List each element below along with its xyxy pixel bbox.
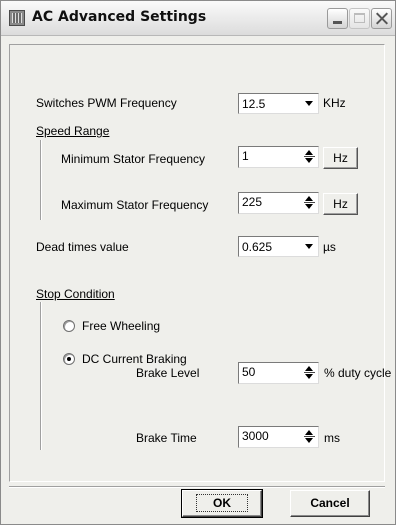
dc-current-braking-label[interactable]: DC Current Braking — [82, 352, 187, 366]
chevron-down-icon[interactable] — [302, 95, 317, 112]
spinner-arrows-icon[interactable] — [302, 428, 317, 446]
free-wheeling-radio[interactable] — [63, 320, 75, 332]
max-frequency-unit-button[interactable]: Hz — [323, 193, 358, 215]
stop-condition-group-line — [40, 302, 42, 450]
brake-level-unit: % duty cycle — [324, 366, 392, 380]
dead-times-unit: µs — [323, 240, 336, 254]
window-title: AC Advanced Settings — [32, 9, 207, 25]
close-button[interactable] — [371, 8, 392, 29]
free-wheeling-label[interactable]: Free Wheeling — [82, 319, 160, 333]
brake-time-label: Brake Time — [136, 431, 197, 445]
pwm-frequency-value: 12.5 — [242, 97, 266, 111]
min-stator-frequency-value: 1 — [242, 149, 249, 163]
max-stator-frequency-spinner[interactable]: 225 — [238, 192, 319, 214]
dead-times-value: 0.625 — [242, 240, 273, 254]
pwm-frequency-select[interactable]: 12.5 — [238, 93, 319, 114]
brake-level-value: 50 — [242, 365, 256, 379]
footer-separator — [9, 486, 385, 488]
spinner-arrows-icon[interactable] — [302, 194, 317, 212]
brake-time-unit: ms — [324, 431, 340, 445]
spinner-arrows-icon[interactable] — [302, 364, 317, 382]
spinner-arrows-icon[interactable] — [302, 148, 317, 166]
dead-times-select[interactable]: 0.625 — [238, 236, 319, 257]
brake-level-spinner[interactable]: 50 — [238, 362, 319, 384]
pwm-frequency-unit: KHz — [323, 96, 346, 110]
dc-current-braking-radio[interactable] — [63, 353, 75, 365]
maximize-button — [349, 8, 370, 29]
minimize-button[interactable] — [327, 8, 348, 29]
min-stator-frequency-spinner[interactable]: 1 — [238, 146, 319, 168]
cancel-button[interactable]: Cancel — [290, 490, 370, 517]
ok-button-label: OK — [196, 494, 248, 512]
ok-button[interactable]: OK — [181, 489, 263, 518]
chevron-down-icon[interactable] — [302, 238, 317, 255]
dead-times-label: Dead times value — [36, 240, 129, 254]
app-icon — [9, 10, 25, 26]
brake-time-spinner[interactable]: 3000 — [238, 426, 319, 448]
brake-level-label: Brake Level — [136, 366, 200, 380]
max-stator-frequency-value: 225 — [242, 195, 263, 209]
min-stator-frequency-label: Minimum Stator Frequency — [61, 152, 206, 166]
title-bar[interactable]: AC Advanced Settings — [1, 1, 395, 36]
speed-range-group-line — [40, 140, 42, 220]
speed-range-heading: Speed Range — [36, 124, 110, 138]
min-frequency-unit-button[interactable]: Hz — [323, 147, 358, 169]
brake-time-value: 3000 — [242, 429, 269, 443]
max-stator-frequency-label: Maximum Stator Frequency — [61, 198, 209, 212]
pwm-frequency-label: Switches PWM Frequency — [36, 96, 177, 110]
stop-condition-heading: Stop Condition — [36, 287, 115, 301]
